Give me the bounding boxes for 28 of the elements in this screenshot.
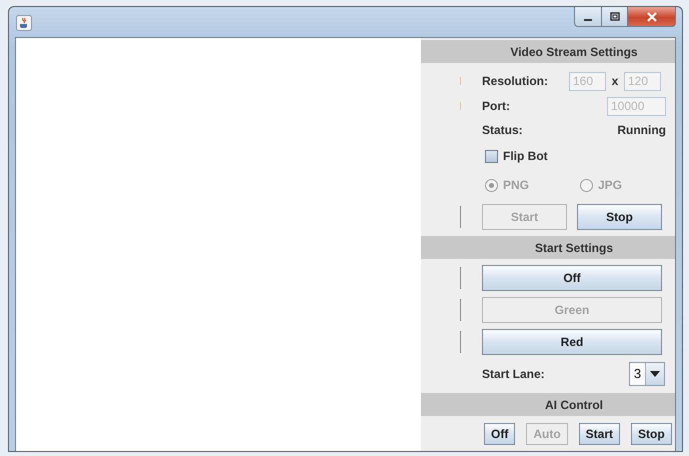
field-label: Resolution:	[482, 74, 549, 88]
lane-dropdown[interactable]: 3	[629, 362, 665, 386]
light-button[interactable]: Off	[482, 265, 662, 291]
field-label: Port:	[482, 99, 510, 113]
section-header: AI Control	[421, 393, 675, 416]
section-header: Video Stream Settings	[421, 40, 675, 63]
radio-label: PNG	[503, 178, 530, 192]
flip-bot-checkbox[interactable]	[485, 150, 498, 162]
stream-button[interactable]: Stop	[577, 204, 662, 230]
ai-button[interactable]: Start	[578, 423, 620, 445]
separator-label: x	[610, 74, 620, 88]
dropdown-arrow-icon	[650, 371, 660, 377]
field-label: Start Lane:	[482, 367, 545, 381]
checkbox-label: Flip Bot	[503, 149, 548, 163]
radio-label: JPG	[598, 178, 622, 192]
status-value: Running	[617, 123, 666, 137]
ai-button[interactable]: Off	[484, 423, 516, 445]
close-button[interactable]	[628, 7, 676, 27]
minimize-button[interactable]	[574, 7, 602, 27]
minimize-icon	[584, 18, 592, 20]
maximize-button[interactable]	[602, 7, 628, 27]
section-header: Start Settings	[421, 236, 675, 259]
java-cup-icon	[16, 15, 32, 31]
status-label: Status:	[482, 123, 523, 137]
maximize-icon	[610, 12, 620, 22]
ai-button[interactable]: Stop	[631, 423, 672, 445]
light-button[interactable]: Red	[482, 329, 662, 355]
close-icon	[646, 12, 658, 22]
